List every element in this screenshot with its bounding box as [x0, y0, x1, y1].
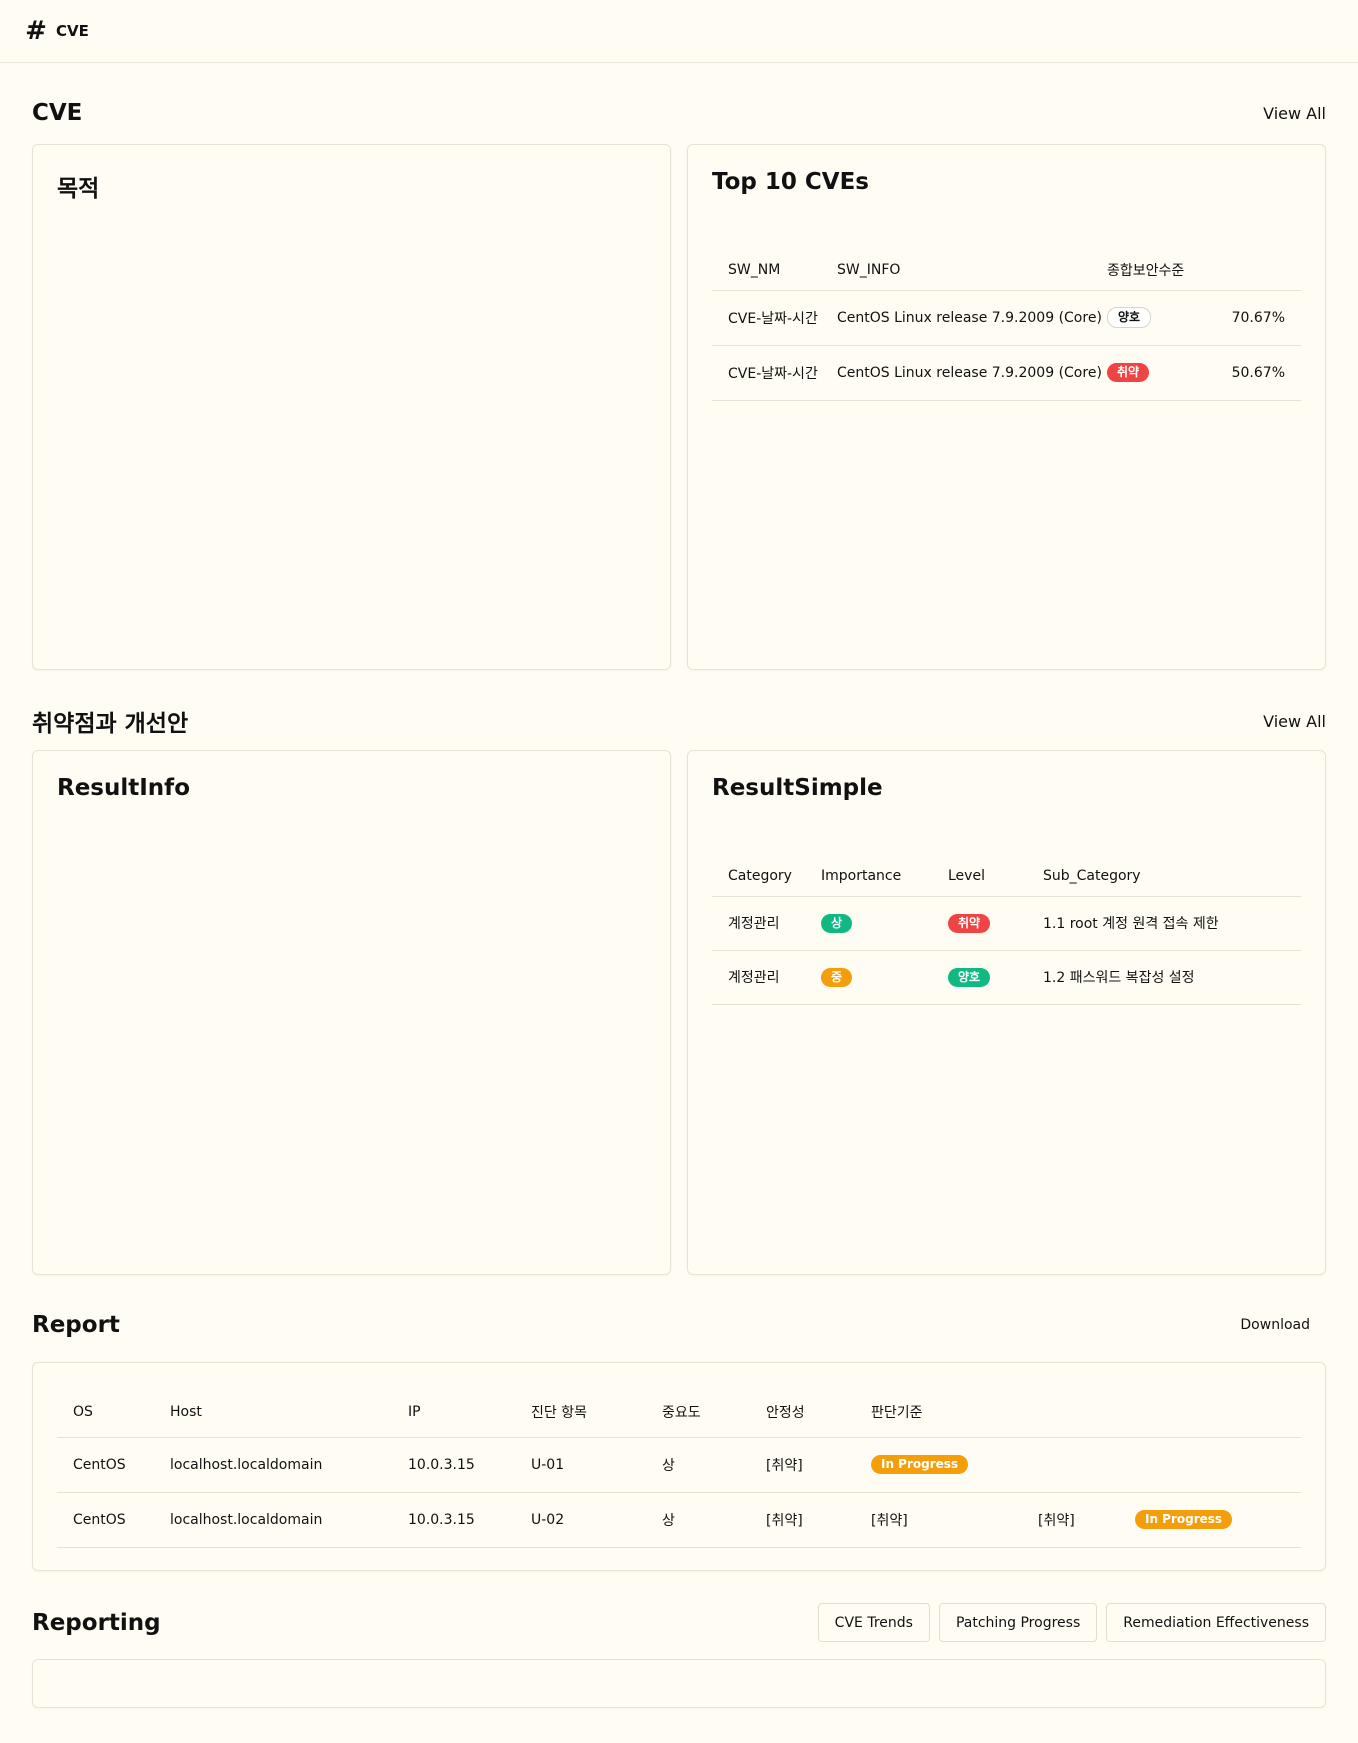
- status-badge: In Progress: [1135, 1510, 1233, 1529]
- cve-section-title: CVE: [32, 100, 83, 126]
- stability-cell: [취약]: [766, 1512, 803, 1529]
- item-cell: U-02: [531, 1511, 565, 1528]
- top-cves-table: SW_NM SW_INFO 종합보안수준 CVE-날짜-시간 CentOS Li…: [712, 250, 1301, 401]
- report-card: OS Host IP 진단 항목 중요도 안정성 판단기준 CentOS loc…: [32, 1362, 1326, 1571]
- category-cell: 계정관리: [728, 970, 780, 986]
- status-cell: 양호: [1107, 290, 1217, 345]
- column-header: 안정성: [766, 1404, 805, 1421]
- column-header: OS: [73, 1403, 93, 1420]
- status-badge: 양호: [1107, 307, 1152, 328]
- hash-icon[interactable]: #: [24, 18, 48, 44]
- importance-cell: 상: [821, 896, 948, 950]
- purpose-card-title: 목적: [57, 176, 100, 202]
- level-cell: 취약: [948, 896, 1043, 950]
- tab-patching-progress[interactable]: Patching Progress: [938, 1603, 1098, 1642]
- result-info-title: ResultInfo: [57, 775, 190, 801]
- table-header-row: SW_NM SW_INFO 종합보안수준: [712, 250, 1301, 290]
- column-header: Category: [728, 867, 792, 884]
- importance-badge: 중: [821, 967, 853, 987]
- sw-info-cell: CentOS Linux release 7.9.2009 (Core): [837, 364, 1102, 381]
- cve-view-all-link[interactable]: View All: [1263, 104, 1326, 123]
- report-section-title: Report: [32, 1312, 120, 1338]
- cve-section-header: CVE View All: [32, 100, 1326, 126]
- ip-cell: 10.0.3.15: [408, 1456, 475, 1473]
- column-header: Sub_Category: [1043, 867, 1141, 884]
- top-cves-title: Top 10 CVEs: [712, 169, 870, 195]
- table-row[interactable]: CVE-날짜-시간 CentOS Linux release 7.9.2009 …: [712, 345, 1301, 400]
- column-header: 종합보안수준: [1107, 262, 1185, 279]
- column-header: IP: [408, 1403, 421, 1420]
- importance-cell: 중: [821, 950, 948, 1004]
- importance-badge: 상: [821, 913, 853, 933]
- status-cell: In Progress: [871, 1437, 1301, 1492]
- tab-remediation-effectiveness[interactable]: Remediation Effectiveness: [1106, 1603, 1326, 1642]
- top-bar: # CVE: [0, 0, 1358, 63]
- sw-nm-cell: CVE-날짜-시간: [728, 365, 818, 382]
- report-table: OS Host IP 진단 항목 중요도 안정성 판단기준 CentOS loc…: [57, 1387, 1301, 1548]
- table-row[interactable]: 계정관리 중 양호 1.2 패스워드 복잡성 설정: [712, 950, 1301, 1004]
- vuln-view-all-link[interactable]: View All: [1263, 712, 1326, 731]
- os-cell: CentOS: [73, 1456, 126, 1473]
- app-title: CVE: [56, 22, 89, 40]
- host-cell: localhost.localdomain: [170, 1511, 323, 1528]
- status-badge: 취약: [1107, 363, 1150, 382]
- reporting-tabs: CVE Trends Patching Progress Remediation…: [817, 1603, 1326, 1642]
- column-header: 판단기준: [871, 1404, 923, 1421]
- table-header-row: OS Host IP 진단 항목 중요도 안정성 판단기준: [57, 1387, 1301, 1437]
- status-badge: In Progress: [871, 1455, 969, 1474]
- host-cell: localhost.localdomain: [170, 1456, 323, 1473]
- result-simple-table: Category Importance Level Sub_Category 계…: [712, 856, 1301, 1005]
- column-header: SW_INFO: [837, 261, 901, 278]
- extra-cell: [취약]: [1038, 1512, 1075, 1529]
- level-cell: 양호: [948, 950, 1043, 1004]
- vuln-section-title: 취약점과 개선안: [32, 711, 189, 737]
- table-row[interactable]: 계정관리 상 취약 1.1 root 계정 원격 접속 제한: [712, 896, 1301, 950]
- table-row[interactable]: CVE-날짜-시간 CentOS Linux release 7.9.2009 …: [712, 290, 1301, 345]
- download-button[interactable]: Download: [1240, 1317, 1310, 1333]
- sw-nm-cell: CVE-날짜-시간: [728, 310, 818, 327]
- importance-cell: 상: [662, 1457, 675, 1474]
- purpose-card: 목적: [32, 144, 671, 670]
- table-header-row: Category Importance Level Sub_Category: [712, 856, 1301, 896]
- column-header: Importance: [821, 867, 902, 884]
- result-simple-card: ResultSimple Category Importance Level S…: [687, 750, 1326, 1275]
- table-row[interactable]: CentOS localhost.localdomain 10.0.3.15 U…: [57, 1437, 1301, 1492]
- stability-cell: [취약]: [766, 1457, 803, 1474]
- report-section-header: Report Download: [32, 1312, 1326, 1338]
- status-cell: 취약: [1107, 345, 1217, 400]
- sw-info-cell: CentOS Linux release 7.9.2009 (Core): [837, 309, 1102, 326]
- reporting-section-header: Reporting CVE Trends Patching Progress R…: [32, 1603, 1326, 1642]
- result-info-card: ResultInfo: [32, 750, 671, 1275]
- result-simple-title: ResultSimple: [712, 775, 883, 801]
- reporting-card: [32, 1659, 1326, 1708]
- ip-cell: 10.0.3.15: [408, 1511, 475, 1528]
- column-header: SW_NM: [728, 261, 781, 278]
- table-row[interactable]: CentOS localhost.localdomain 10.0.3.15 U…: [57, 1492, 1301, 1547]
- sub-category-cell: 1.2 패스워드 복잡성 설정: [1043, 970, 1195, 986]
- column-header: 진단 항목: [531, 1404, 587, 1421]
- level-badge: 양호: [948, 967, 991, 987]
- sub-category-cell: 1.1 root 계정 원격 접속 제한: [1043, 916, 1219, 932]
- status-cell: In Progress: [1135, 1492, 1301, 1547]
- item-cell: U-01: [531, 1456, 565, 1473]
- percent-cell: 70.67%: [1231, 309, 1285, 326]
- level-badge: 취약: [948, 913, 991, 933]
- category-cell: 계정관리: [728, 916, 780, 932]
- tab-cve-trends[interactable]: CVE Trends: [817, 1603, 930, 1642]
- column-header: Level: [948, 867, 985, 884]
- column-header: 중요도: [662, 1404, 701, 1421]
- column-header: Host: [170, 1403, 202, 1420]
- reporting-section-title: Reporting: [32, 1609, 161, 1636]
- criteria-cell: [취약]: [871, 1512, 908, 1529]
- importance-cell: 상: [662, 1512, 675, 1529]
- os-cell: CentOS: [73, 1511, 126, 1528]
- percent-cell: 50.67%: [1231, 364, 1285, 381]
- top-cves-card: Top 10 CVEs SW_NM SW_INFO 종합보안수준 CVE-날짜-…: [687, 144, 1326, 670]
- vuln-section-header: 취약점과 개선안 View All: [32, 704, 1326, 738]
